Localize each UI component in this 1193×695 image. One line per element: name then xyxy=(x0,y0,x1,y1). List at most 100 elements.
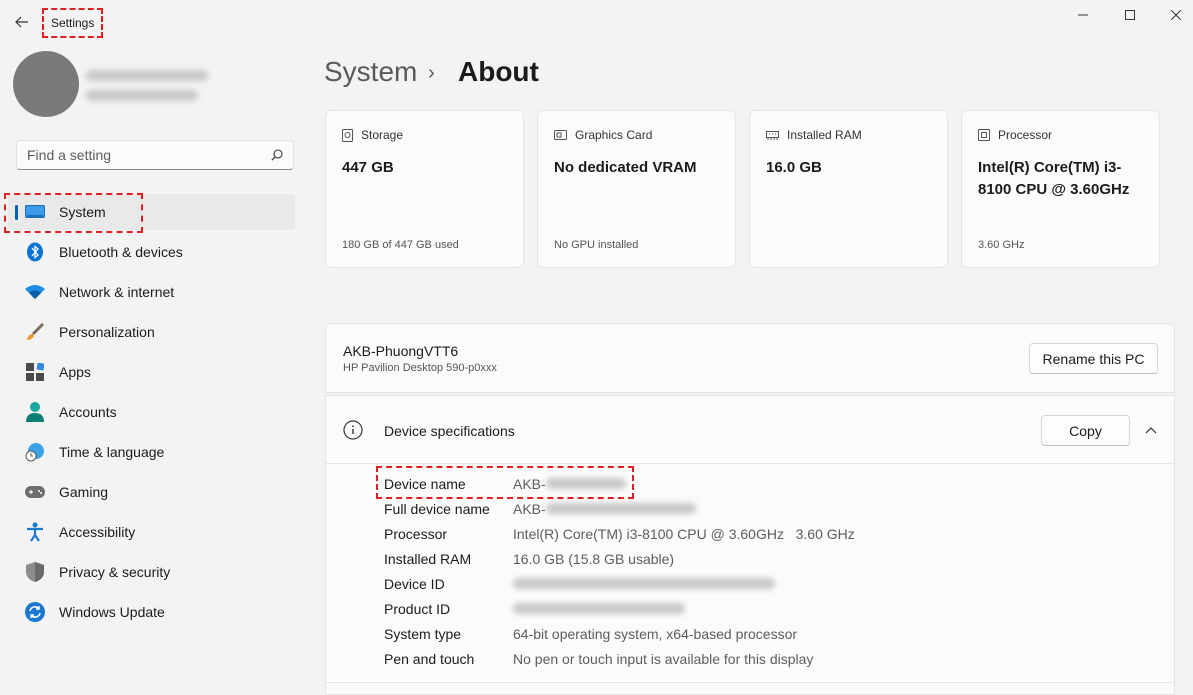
spec-value: 16.0 GB (15.8 GB usable) xyxy=(513,550,675,567)
profile-info-redacted xyxy=(86,64,236,110)
sidebar-item-label: Bluetooth & devices xyxy=(59,244,183,260)
sidebar-item-windows-update[interactable]: Windows Update xyxy=(8,594,295,630)
sidebar-item-label: Network & internet xyxy=(59,284,175,300)
search-input[interactable] xyxy=(27,147,271,163)
graphics-card-icon xyxy=(554,129,567,140)
close-icon xyxy=(1171,10,1181,20)
chevron-up-icon xyxy=(1145,426,1157,433)
sidebar-item-accounts[interactable]: Accounts xyxy=(8,394,295,430)
card-value: Intel(R) Core(TM) i3-8100 CPU @ 3.60GHz xyxy=(978,159,1130,198)
card-subtext: 3.60 GHz xyxy=(978,239,1025,251)
card-ram[interactable]: Installed RAM 16.0 GB xyxy=(749,110,948,268)
spec-label: Device ID xyxy=(384,575,445,592)
app-title: Settings xyxy=(42,8,104,38)
device-specifications-header[interactable]: Device specifications Copy xyxy=(326,396,1174,464)
spec-row-product-id: Product ID xyxy=(384,596,1144,621)
spec-row-processor: Processor Intel(R) Core(TM) i3-8100 CPU … xyxy=(384,521,1144,546)
spec-row-full-device-name: Full device name AKB- xyxy=(384,496,1144,521)
device-specifications-title: Device specifications xyxy=(384,423,515,439)
close-button[interactable] xyxy=(1153,4,1193,26)
pc-name-panel: AKB-PhuongVTT6 HP Pavilion Desktop 590-p… xyxy=(325,323,1175,393)
accessibility-icon xyxy=(25,522,45,542)
accounts-icon xyxy=(25,402,45,422)
sidebar-item-gaming[interactable]: Gaming xyxy=(8,474,295,510)
card-value: No dedicated VRAM xyxy=(554,159,697,176)
maximize-icon xyxy=(1125,10,1135,20)
spec-label: Installed RAM xyxy=(384,550,472,567)
collapse-button[interactable] xyxy=(1142,421,1160,439)
device-specifications-panel: Device specifications Copy Device name A… xyxy=(325,395,1175,695)
card-storage[interactable]: Storage 447 GB 180 GB of 447 GB used xyxy=(325,110,524,268)
spec-row-pen-touch: Pen and touch No pen or touch input is a… xyxy=(384,646,1144,671)
sidebar-item-network[interactable]: Network & internet xyxy=(8,274,295,310)
spec-label: System type xyxy=(384,625,462,642)
sidebar-item-bluetooth[interactable]: Bluetooth & devices xyxy=(8,234,295,270)
copy-button[interactable]: Copy xyxy=(1041,415,1130,446)
redacted-value xyxy=(513,578,775,589)
spec-label: Product ID xyxy=(384,600,451,617)
sidebar-item-label: Privacy & security xyxy=(59,564,171,580)
card-graphics[interactable]: Graphics Card No dedicated VRAM No GPU i… xyxy=(537,110,736,268)
annotation-highlight-system xyxy=(4,193,143,233)
sidebar-item-personalization[interactable]: Personalization xyxy=(8,314,295,350)
card-subtext: 180 GB of 447 GB used xyxy=(342,239,459,251)
info-icon xyxy=(343,420,363,440)
card-subtext: No GPU installed xyxy=(554,239,639,251)
card-title: Installed RAM xyxy=(787,128,862,142)
processor-icon xyxy=(978,129,990,141)
spec-row-device-id: Device ID xyxy=(384,571,1144,596)
pc-model: HP Pavilion Desktop 590-p0xxx xyxy=(343,362,497,374)
back-arrow-icon xyxy=(15,16,28,28)
sidebar-item-label: Time & language xyxy=(59,444,165,460)
search-icon xyxy=(271,149,283,161)
apps-icon xyxy=(25,362,45,382)
page-title: About xyxy=(458,56,539,87)
shield-icon xyxy=(25,562,45,582)
storage-icon xyxy=(342,128,353,142)
spec-value: No pen or touch input is available for t… xyxy=(513,650,814,667)
card-value: 16.0 GB xyxy=(766,159,822,176)
redacted-value xyxy=(513,603,685,614)
sidebar-item-accessibility[interactable]: Accessibility xyxy=(8,514,295,550)
maximize-button[interactable] xyxy=(1107,4,1153,26)
avatar[interactable] xyxy=(13,51,79,117)
sidebar-item-time-language[interactable]: Time & language xyxy=(8,434,295,470)
spec-value: 64-bit operating system, x64-based proce… xyxy=(513,625,798,642)
divider xyxy=(325,682,1175,683)
card-value: 447 GB xyxy=(342,159,394,176)
sidebar-item-label: Accounts xyxy=(59,404,117,420)
card-title: Graphics Card xyxy=(575,128,653,142)
sidebar-item-label: Personalization xyxy=(59,324,155,340)
card-processor[interactable]: Processor Intel(R) Core(TM) i3-8100 CPU … xyxy=(961,110,1160,268)
update-icon xyxy=(25,602,45,622)
bluetooth-icon xyxy=(25,242,45,262)
card-title: Storage xyxy=(361,128,404,142)
spec-value: Intel(R) Core(TM) i3-8100 CPU @ 3.60GHz … xyxy=(513,525,855,542)
sidebar-item-privacy-security[interactable]: Privacy & security xyxy=(8,554,295,590)
spec-label: Pen and touch xyxy=(384,650,475,667)
search-box[interactable] xyxy=(16,140,294,170)
sidebar-item-label: Accessibility xyxy=(59,524,136,540)
minimize-button[interactable] xyxy=(1060,4,1106,26)
card-title: Processor xyxy=(998,128,1053,142)
wifi-icon xyxy=(25,282,45,302)
minimize-icon xyxy=(1078,14,1088,16)
redacted-value xyxy=(545,503,696,514)
sidebar-item-apps[interactable]: Apps xyxy=(8,354,295,390)
spec-row-installed-ram: Installed RAM 16.0 GB (15.8 GB usable) xyxy=(384,546,1144,571)
back-button[interactable] xyxy=(8,8,36,36)
brush-icon xyxy=(25,322,45,342)
sidebar-item-label: Windows Update xyxy=(59,604,165,620)
pc-name: AKB-PhuongVTT6 xyxy=(343,343,459,359)
ram-icon xyxy=(766,130,779,140)
spec-value: AKB- xyxy=(513,500,546,517)
rename-pc-button[interactable]: Rename this PC xyxy=(1029,343,1158,374)
annotation-highlight-device-name xyxy=(376,466,634,499)
breadcrumb-parent[interactable]: System xyxy=(324,56,417,88)
globe-clock-icon xyxy=(25,442,45,462)
spec-row-system-type: System type 64-bit operating system, x64… xyxy=(384,621,1144,646)
spec-label: Processor xyxy=(384,525,448,542)
gamepad-icon xyxy=(25,482,45,502)
sidebar-item-label: Apps xyxy=(59,364,91,380)
spec-label: Full device name xyxy=(384,500,490,517)
